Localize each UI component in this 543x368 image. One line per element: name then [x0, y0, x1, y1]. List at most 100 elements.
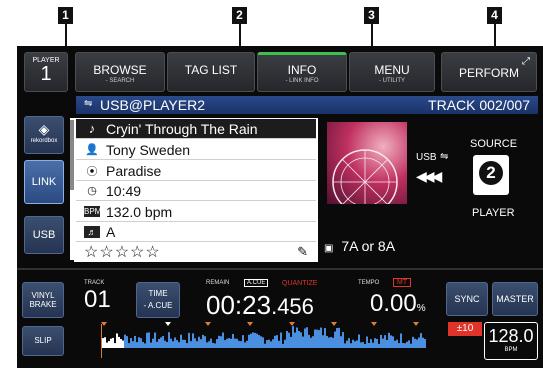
waveform-bar	[294, 332, 296, 348]
artist-row[interactable]: 👤 Tony Sweden	[76, 140, 316, 160]
waveform-bar	[366, 336, 368, 348]
tempo-range-badge[interactable]: ±10	[448, 322, 482, 336]
waveform-bar	[188, 332, 190, 348]
waveform-bar	[170, 338, 172, 348]
quantize-label: QUANTIZE	[282, 280, 318, 287]
album-row[interactable]: ⦿ Paradise	[76, 161, 316, 181]
waveform-bar	[402, 343, 404, 348]
waveform-bar	[232, 333, 234, 348]
waveform-bar	[150, 342, 152, 348]
menu-label: MENU	[374, 63, 410, 77]
key-row[interactable]: ♬ A	[76, 222, 316, 242]
waveform-svg	[101, 322, 426, 358]
waveform-bar	[116, 333, 118, 348]
waveform-bar	[212, 342, 214, 348]
waveform-bar	[422, 337, 424, 348]
master-button[interactable]: MASTER	[492, 282, 538, 316]
usb-icon: ⇋	[440, 151, 449, 162]
waveform-bar	[250, 333, 252, 348]
title-row[interactable]: ♪ Cryin' Through The Rain	[76, 119, 316, 139]
source-bar: ⇋ USB@PLAYER2 TRACK 002/007	[76, 96, 538, 114]
tag-list-button[interactable]: TAG LIST	[167, 52, 255, 92]
source-label: SOURCE	[470, 138, 518, 150]
waveform-bar	[176, 340, 178, 348]
waveform-bar	[246, 340, 248, 348]
waveform-bar	[124, 334, 126, 348]
mt-label: MT	[393, 278, 412, 287]
rating-stars[interactable]: ☆☆☆☆☆	[84, 242, 161, 262]
source-name: USB@PLAYER2	[100, 97, 205, 113]
waveform-bar	[396, 339, 398, 348]
waveform-bar	[270, 341, 272, 348]
perform-button[interactable]: PERFORM ⤢	[441, 52, 537, 92]
waveform-bar	[328, 337, 330, 348]
usb-button[interactable]: USB	[24, 216, 64, 254]
waveform-bar	[164, 340, 166, 348]
waveform-bar	[162, 335, 164, 348]
waveform-bar	[278, 340, 280, 348]
bpm-display: 128.0 BPM	[484, 322, 538, 360]
waveform-bar	[266, 340, 268, 348]
waveform-bar	[128, 343, 130, 348]
waveform-bar	[118, 336, 120, 348]
time-fraction: .456	[271, 294, 314, 319]
waveform-bar	[236, 338, 238, 348]
waveform-bar	[350, 343, 352, 348]
rating-row[interactable]: ☆☆☆☆☆ ✎	[76, 242, 316, 262]
waveform-bar	[122, 340, 124, 348]
sync-button[interactable]: SYNC	[446, 282, 488, 316]
info-sublabel: - LINK INFO	[285, 78, 319, 84]
waveform-bar	[290, 336, 292, 348]
time-mode-button[interactable]: TIME - A.CUE	[136, 282, 180, 318]
waveform-bar	[374, 338, 376, 348]
rewind-arrows-icon: ◀◀◀	[416, 168, 442, 184]
menu-button[interactable]: MENU - UTILITY	[349, 52, 435, 92]
waveform-bar	[178, 342, 180, 348]
waveform-bar	[408, 340, 410, 348]
master-label: MASTER	[496, 294, 534, 304]
link-label: LINK	[31, 176, 57, 188]
browse-sublabel: - SEARCH	[105, 78, 135, 84]
waveform-overview[interactable]	[84, 320, 430, 360]
waveform-bar	[200, 339, 202, 348]
waveform-bar	[262, 337, 264, 348]
waveform-bar	[420, 333, 422, 348]
browse-button[interactable]: BROWSE - SEARCH	[75, 52, 165, 92]
waveform-bar	[260, 336, 262, 348]
waveform-bar	[404, 343, 406, 348]
vinyl-brake-line2: BRAKE	[29, 300, 57, 309]
rekordbox-button[interactable]: ◈ rekordbox	[24, 116, 64, 154]
waveform-bar	[208, 341, 210, 348]
bpm-row[interactable]: BPM 132.0 bpm	[76, 202, 316, 222]
waveform-bar	[360, 342, 362, 348]
rekordbox-icon: ◈	[38, 121, 50, 137]
waveform-bar	[258, 335, 260, 348]
time-row[interactable]: ◷ 10:49	[76, 181, 316, 201]
disc-icon: ⦿	[86, 165, 98, 178]
slip-button[interactable]: SLIP	[22, 326, 64, 356]
browse-label: BROWSE	[93, 63, 147, 77]
waveform-bar	[354, 341, 356, 348]
link-button[interactable]: LINK	[24, 160, 64, 204]
waveform-bar	[392, 336, 394, 348]
waveform-bar	[298, 330, 300, 348]
waveform-bar	[102, 338, 104, 348]
edit-pencil-icon[interactable]: ✎	[297, 244, 308, 260]
waveform-bar	[256, 333, 258, 348]
music-note-icon: ♪	[88, 121, 96, 136]
player-indicator: PLAYER 1	[24, 52, 68, 92]
key-icon: ♬	[84, 225, 100, 238]
time-mode-line1: TIME	[148, 289, 168, 298]
vinyl-brake-button[interactable]: VINYL BRAKE	[22, 282, 64, 318]
waveform-bar	[312, 336, 314, 348]
waveform-bar	[228, 338, 230, 348]
time-mode-line2: - A.CUE	[143, 301, 173, 310]
bpm-value: 128.0	[488, 326, 534, 346]
waveform-bar	[154, 332, 156, 348]
waveform-bar	[110, 338, 112, 348]
key-compat-icon: ▣	[324, 243, 334, 254]
info-button[interactable]: INFO - LINK INFO	[257, 52, 347, 92]
waveform-bar	[338, 327, 340, 348]
waveform-bar	[114, 343, 116, 348]
source-player-number: 2	[479, 161, 503, 185]
